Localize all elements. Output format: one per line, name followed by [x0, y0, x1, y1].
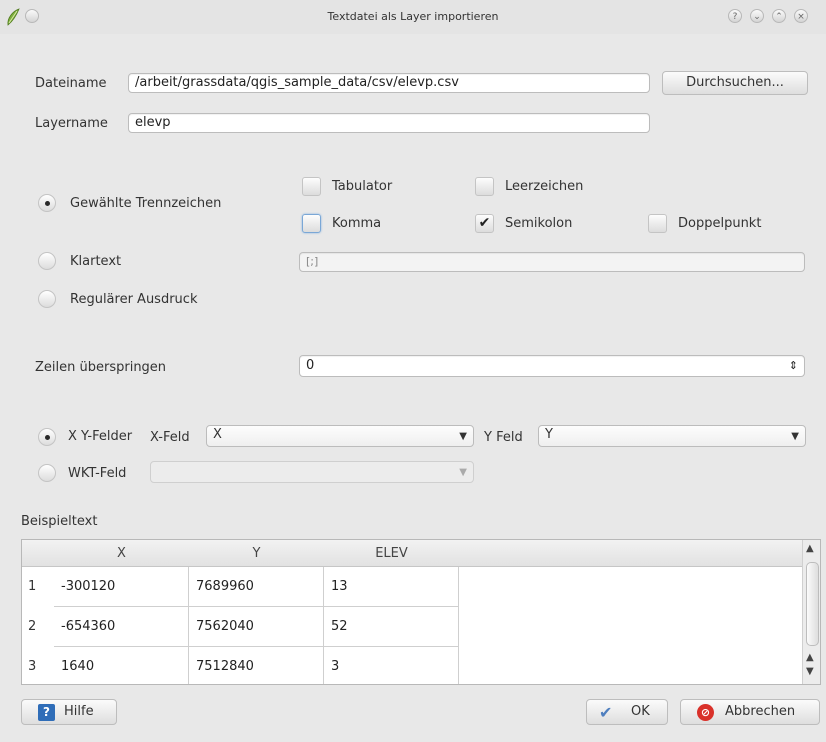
plain-text-input[interactable]: [;] — [299, 252, 805, 272]
skip-lines-value: 0 — [306, 358, 315, 373]
column-header[interactable]: Y — [189, 540, 324, 567]
xy-fields-radio[interactable] — [38, 428, 56, 446]
chevron-down-icon: ▼ — [459, 431, 467, 442]
table-cell: -654360 — [54, 607, 189, 647]
y-field-label: Y Feld — [484, 430, 523, 445]
cancel-button[interactable]: ⊘ Abbrechen — [680, 699, 820, 725]
wkt-field-radio[interactable] — [38, 464, 56, 482]
y-field-value: Y — [545, 427, 553, 442]
xy-fields-label: X Y-Felder — [68, 429, 133, 444]
layer-name-label: Layername — [35, 116, 108, 131]
cancel-button-label: Abbrechen — [725, 704, 796, 719]
window-title: Textdatei als Layer importieren — [327, 10, 499, 23]
chevron-down-icon: ▼ — [459, 467, 467, 478]
file-name-label: Dateiname — [35, 76, 107, 91]
spin-arrows-icon[interactable]: ⇕ — [789, 356, 798, 376]
regex-label: Regulärer Ausdruck — [70, 292, 198, 307]
table-corner — [22, 540, 54, 567]
vertical-scrollbar[interactable]: ▲ ▲ ▼ — [802, 540, 820, 684]
x-field-label: X-Feld — [150, 430, 190, 445]
browse-button[interactable]: Durchsuchen... — [662, 71, 808, 95]
table-cell: 7562040 — [189, 607, 324, 647]
column-header[interactable]: ELEV — [324, 540, 459, 567]
x-field-select[interactable]: X ▼ — [206, 425, 474, 447]
semicolon-label: Semikolon — [505, 216, 573, 231]
column-header-empty — [459, 540, 802, 567]
wkt-field-select[interactable]: ▼ — [150, 461, 474, 483]
table-cell: 1640 — [54, 647, 189, 684]
layer-name-input[interactable]: elevp — [128, 113, 650, 133]
comma-checkbox[interactable] — [302, 214, 321, 233]
tab-checkbox[interactable] — [302, 177, 321, 196]
table-cell: 13 — [324, 567, 459, 607]
selected-delimiters-label: Gewählte Trennzeichen — [70, 196, 222, 211]
semicolon-checkbox[interactable]: ✔ — [475, 214, 494, 233]
wkt-field-label: WKT-Feld — [68, 466, 127, 481]
row-number: 1 — [28, 579, 37, 594]
skip-lines-spinbox[interactable]: 0 ⇕ — [299, 355, 805, 377]
plain-text-label: Klartext — [70, 254, 122, 269]
space-checkbox[interactable] — [475, 177, 494, 196]
maximize-icon[interactable]: ⌃ — [772, 9, 786, 23]
ok-button[interactable]: ✔ OK — [586, 699, 668, 725]
colon-label: Doppelpunkt — [678, 216, 762, 231]
table-cell: 7512840 — [189, 647, 324, 684]
scroll-up-icon[interactable]: ▲ — [806, 543, 814, 554]
table-cell: 52 — [324, 607, 459, 647]
row-number: 3 — [28, 659, 37, 674]
scroll-down-icon[interactable]: ▼ — [806, 666, 814, 677]
ok-button-label: OK — [631, 704, 650, 719]
scroll-up-icon[interactable]: ▲ — [806, 652, 814, 663]
y-field-select[interactable]: Y ▼ — [538, 425, 806, 447]
sample-table: X Y ELEV 1 -300120 7689960 13 2 -654360 … — [21, 539, 821, 685]
space-label: Leerzeichen — [505, 179, 584, 194]
plain-text-radio[interactable] — [38, 252, 56, 270]
checkmark-icon: ✔ — [599, 703, 613, 722]
x-field-value: X — [213, 427, 222, 442]
cancel-icon: ⊘ — [697, 704, 714, 721]
help-button[interactable]: ? Hilfe — [21, 699, 117, 725]
help-button-label: Hilfe — [64, 704, 94, 719]
sample-text-label: Beispieltext — [21, 514, 98, 529]
table-cell: 3 — [324, 647, 459, 684]
row-number: 2 — [28, 619, 37, 634]
help-book-icon: ? — [38, 704, 55, 721]
table-cell: -300120 — [54, 567, 189, 607]
help-icon[interactable]: ? — [728, 9, 742, 23]
chevron-down-icon: ▼ — [791, 431, 799, 442]
close-icon[interactable]: × — [794, 9, 808, 23]
minimize-icon[interactable]: ⌄ — [750, 9, 764, 23]
column-header[interactable]: X — [54, 540, 189, 567]
scrollbar-thumb[interactable] — [806, 562, 819, 646]
file-name-input[interactable]: /arbeit/grassdata/qgis_sample_data/csv/e… — [128, 73, 650, 93]
table-cell: 7689960 — [189, 567, 324, 607]
regex-radio[interactable] — [38, 290, 56, 308]
selected-delimiters-radio[interactable] — [38, 194, 56, 212]
tab-label: Tabulator — [332, 179, 393, 194]
comma-label: Komma — [332, 216, 382, 231]
skip-lines-label: Zeilen überspringen — [35, 360, 167, 375]
colon-checkbox[interactable] — [648, 214, 667, 233]
